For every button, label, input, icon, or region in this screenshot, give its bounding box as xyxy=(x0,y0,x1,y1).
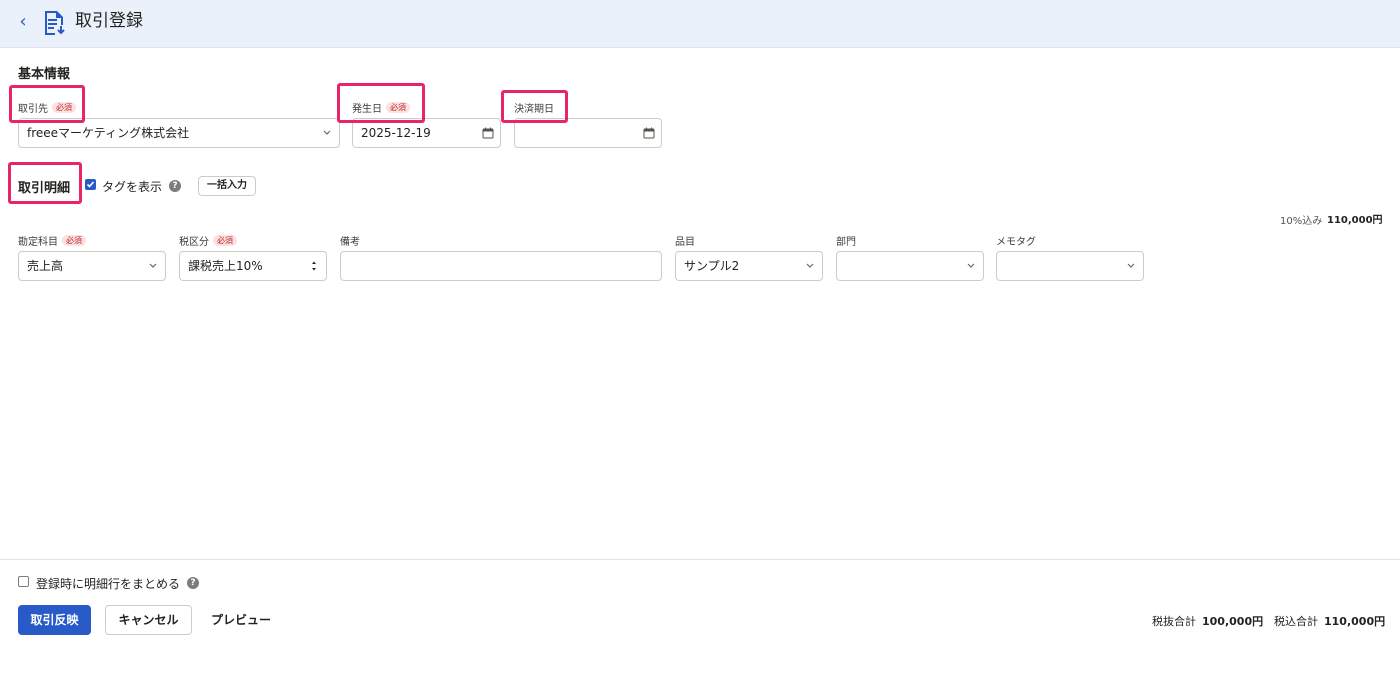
submit-button[interactable]: 取引反映 xyxy=(18,605,91,635)
tax-select[interactable]: 課税売上10% xyxy=(179,251,327,281)
help-icon[interactable]: ? xyxy=(169,180,181,192)
tax-label-text: 税区分 xyxy=(179,237,209,248)
account-label-text: 勘定科目 xyxy=(18,237,58,248)
account-select[interactable]: 売上高 xyxy=(18,251,166,281)
memo-tag-select[interactable] xyxy=(996,251,1144,281)
calendar-icon[interactable] xyxy=(482,127,494,139)
highlight-partner-label xyxy=(9,85,85,123)
merge-lines-checkbox[interactable] xyxy=(18,576,29,587)
memo-label-text: 備考 xyxy=(340,237,360,248)
checkmark-icon xyxy=(86,181,95,188)
select-arrows-icon xyxy=(312,261,316,271)
tax-value: 課税売上10% xyxy=(188,259,263,273)
department-label: 部門 xyxy=(836,233,856,248)
account-value: 売上高 xyxy=(27,259,64,273)
memo-label: 備考 xyxy=(340,233,360,248)
total-incl-label: 税込合計 xyxy=(1274,615,1318,628)
section-title-basic: 基本情報 xyxy=(18,67,71,82)
account-label: 勘定科目 必須 xyxy=(18,233,86,248)
preview-button[interactable]: プレビュー xyxy=(205,605,277,635)
total-excl-value: 100,000円 xyxy=(1202,615,1264,628)
document-download-icon xyxy=(45,11,65,35)
tax-note-value: 110,000円 xyxy=(1327,215,1383,226)
back-button[interactable]: ‹ xyxy=(14,12,32,32)
calendar-icon[interactable] xyxy=(643,127,655,139)
cancel-button[interactable]: キャンセル xyxy=(105,605,192,635)
item-select[interactable]: サンプル2 xyxy=(675,251,823,281)
chevron-down-icon xyxy=(1127,263,1135,268)
chevron-left-icon: ‹ xyxy=(19,11,27,32)
highlight-details-title xyxy=(8,162,82,204)
item-label: 品目 xyxy=(675,233,695,248)
total-excl-label: 税抜合計 xyxy=(1152,615,1196,628)
chevron-down-icon xyxy=(806,263,814,268)
highlight-due-date-label xyxy=(501,90,568,123)
memo-tag-label-text: メモタグ xyxy=(996,237,1036,248)
highlight-issue-date-label xyxy=(337,83,425,123)
merge-lines-label: 登録時に明細行をまとめる xyxy=(36,577,181,591)
show-tags-label: タグを表示 xyxy=(102,180,163,194)
tax-note-label: 10%込み xyxy=(1280,216,1323,227)
help-icon[interactable]: ? xyxy=(187,577,199,589)
page-title: 取引登録 xyxy=(75,11,143,31)
footer-divider xyxy=(0,559,1400,560)
total-incl-value: 110,000円 xyxy=(1324,615,1386,628)
total-incl-tax: 税込合計 110,000円 xyxy=(1274,613,1385,629)
required-badge: 必須 xyxy=(62,235,86,246)
memo-tag-label: メモタグ xyxy=(996,233,1036,248)
show-tags-checkbox[interactable] xyxy=(85,179,96,190)
tax-label: 税区分 必須 xyxy=(179,233,237,248)
chevron-down-icon xyxy=(149,263,157,268)
partner-value: freeeマーケティング株式会社 xyxy=(27,126,190,140)
total-excl-tax: 税抜合計 100,000円 xyxy=(1152,613,1263,629)
bulk-input-button[interactable]: 一括入力 xyxy=(198,176,256,196)
item-value: サンプル2 xyxy=(684,259,740,273)
chevron-down-icon xyxy=(323,130,331,135)
page-header: ‹ 取引登録 xyxy=(0,0,1400,48)
issue-date-value: 2025-12-19 xyxy=(361,126,431,140)
memo-input[interactable] xyxy=(340,251,662,281)
department-label-text: 部門 xyxy=(836,237,856,248)
item-label-text: 品目 xyxy=(675,237,695,248)
department-select[interactable] xyxy=(836,251,984,281)
chevron-down-icon xyxy=(967,263,975,268)
required-badge: 必須 xyxy=(213,235,237,246)
